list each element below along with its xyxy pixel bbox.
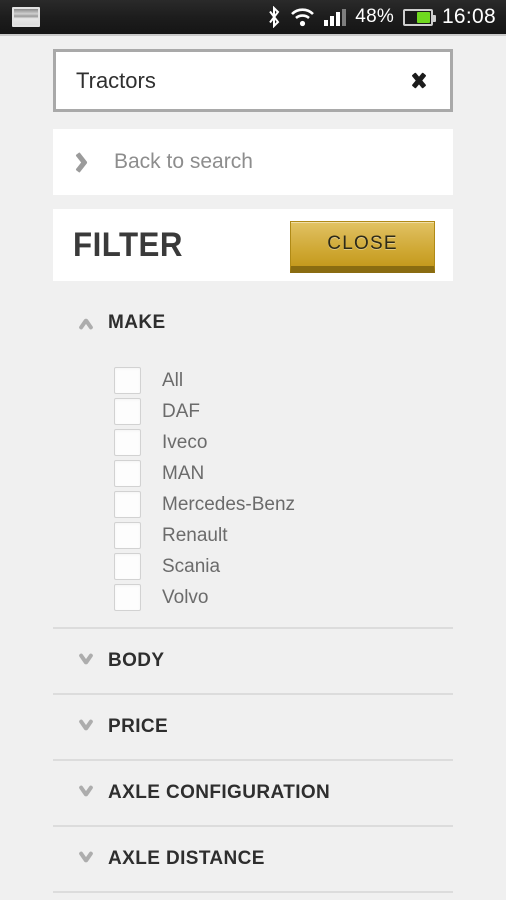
back-to-search-label: Back to search bbox=[114, 150, 253, 173]
option-label: MAN bbox=[162, 462, 205, 484]
option-row[interactable]: Iveco bbox=[0, 427, 506, 458]
option-label: Volvo bbox=[162, 586, 209, 608]
chevron-up-icon bbox=[74, 315, 98, 331]
wifi-icon bbox=[290, 7, 315, 27]
bluetooth-icon bbox=[267, 5, 281, 29]
category-select-wrap: Tractors bbox=[0, 34, 506, 112]
option-row[interactable]: DAF bbox=[0, 396, 506, 427]
option-row[interactable]: Renault bbox=[0, 520, 506, 551]
option-label: Renault bbox=[162, 524, 228, 546]
close-button[interactable]: CLOSE bbox=[290, 221, 435, 273]
checkbox[interactable] bbox=[114, 429, 141, 456]
section-label: MAKE bbox=[108, 312, 166, 333]
section-label: AXLE CONFIGURATION bbox=[108, 782, 331, 803]
checkbox[interactable] bbox=[114, 367, 141, 394]
option-label: Scania bbox=[162, 555, 221, 577]
section-header-price[interactable]: PRICE bbox=[0, 695, 506, 759]
chevron-down-icon bbox=[74, 653, 98, 669]
filter-header: FILTER CLOSE bbox=[53, 209, 453, 281]
chevron-down-icon bbox=[74, 851, 98, 867]
chevron-down-icon bbox=[74, 719, 98, 735]
filter-sections: MAKE All DAF Iveco MAN Mercedes-Benz Renault Sc… bbox=[0, 291, 506, 900]
option-row[interactable]: Volvo bbox=[0, 582, 506, 613]
option-label: All bbox=[162, 369, 184, 391]
chevron-down-icon bbox=[406, 68, 432, 94]
option-row[interactable]: Scania bbox=[0, 551, 506, 582]
option-label: DAF bbox=[162, 400, 200, 422]
status-bar: 48% 16:08 bbox=[0, 0, 506, 36]
section-label: BODY bbox=[108, 650, 165, 671]
option-row[interactable]: MAN bbox=[0, 458, 506, 489]
section-header-emission[interactable]: EMISSION bbox=[0, 893, 506, 900]
option-row[interactable]: All bbox=[0, 365, 506, 396]
chevron-down-icon bbox=[74, 785, 98, 801]
page-title: FILTER bbox=[73, 225, 183, 264]
checkbox[interactable] bbox=[114, 522, 141, 549]
status-bar-right: 48% 16:08 bbox=[267, 5, 496, 29]
section-header-body[interactable]: BODY bbox=[0, 629, 506, 693]
category-select-value: Tractors bbox=[76, 67, 156, 93]
image-notification-icon bbox=[12, 7, 40, 27]
status-bar-clock: 16:08 bbox=[441, 5, 496, 28]
section-header-axle-distance[interactable]: AXLE DISTANCE bbox=[0, 827, 506, 891]
category-select[interactable]: Tractors bbox=[53, 49, 453, 112]
status-bar-left bbox=[12, 7, 267, 27]
section-label: AXLE DISTANCE bbox=[108, 848, 265, 869]
chevron-left-icon bbox=[76, 151, 94, 173]
section-header-axle-configuration[interactable]: AXLE CONFIGURATION bbox=[0, 761, 506, 825]
page-content: Tractors Back to search FILTER CLOSE MAK… bbox=[0, 34, 506, 900]
back-to-search-button[interactable]: Back to search bbox=[53, 129, 453, 195]
option-label: Iveco bbox=[162, 431, 208, 453]
section-header-make[interactable]: MAKE bbox=[0, 291, 506, 355]
battery-icon bbox=[402, 8, 436, 26]
checkbox[interactable] bbox=[114, 398, 141, 425]
checkbox[interactable] bbox=[114, 460, 141, 487]
battery-percent-label: 48% bbox=[355, 6, 394, 27]
close-button-label: CLOSE bbox=[327, 233, 398, 254]
checkbox[interactable] bbox=[114, 553, 141, 580]
option-row[interactable]: Mercedes-Benz bbox=[0, 489, 506, 520]
checkbox[interactable] bbox=[114, 584, 141, 611]
checkbox[interactable] bbox=[114, 491, 141, 518]
section-label: PRICE bbox=[108, 716, 169, 737]
option-label: Mercedes-Benz bbox=[162, 493, 296, 515]
cellular-signal-icon bbox=[324, 8, 347, 26]
option-list: All DAF Iveco MAN Mercedes-Benz Renault Scania… bbox=[0, 355, 506, 627]
